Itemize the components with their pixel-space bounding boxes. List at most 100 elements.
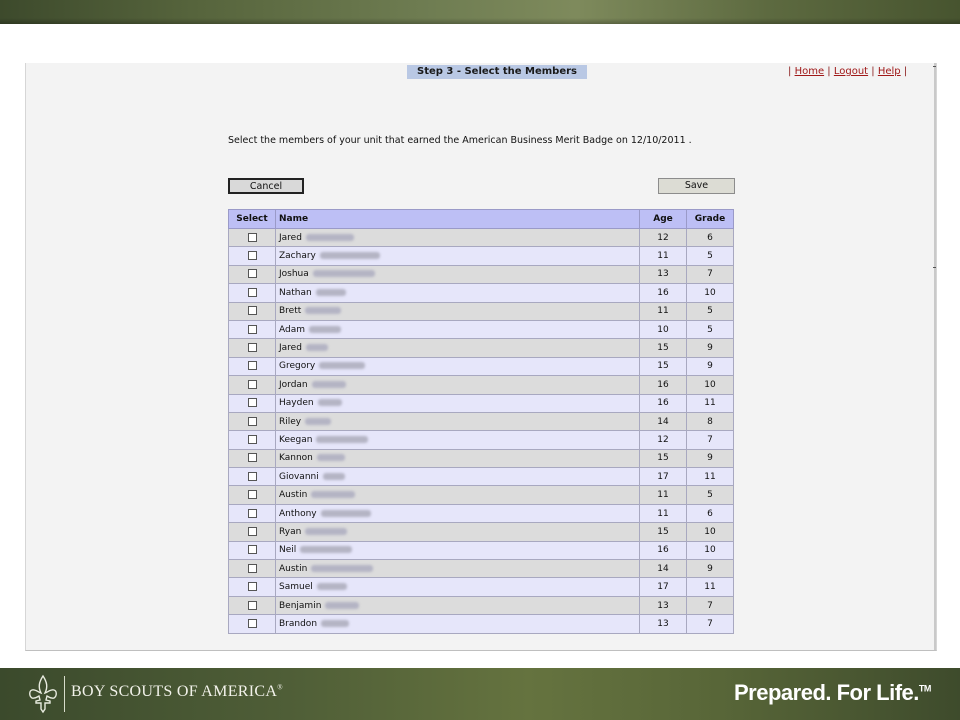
cancel-button[interactable]: Cancel <box>228 178 304 194</box>
member-select-checkbox[interactable] <box>247 508 257 518</box>
select-cell <box>228 448 276 469</box>
member-select-checkbox[interactable] <box>247 306 257 316</box>
link-separator: | <box>788 66 792 77</box>
name-cell: Hayden <box>275 393 640 413</box>
organization-name-text: BOY SCOUTS OF AMERICA <box>71 683 278 700</box>
column-header-grade: Grade <box>686 209 734 229</box>
age-cell: 12 <box>639 430 687 450</box>
age-cell: 16 <box>639 283 687 303</box>
table-row: Benjamin 13 7 <box>228 595 734 616</box>
save-button[interactable]: Save <box>658 178 735 194</box>
name-cell: Austin <box>275 485 640 505</box>
member-select-checkbox[interactable] <box>247 343 257 353</box>
member-select-checkbox[interactable] <box>247 232 257 242</box>
member-select-checkbox[interactable] <box>247 600 257 610</box>
select-cell <box>228 540 276 561</box>
member-first-name: Neil <box>279 545 297 556</box>
select-cell <box>228 467 276 487</box>
tagline-text: Prepared. For Life. <box>734 680 919 705</box>
redacted-last-name <box>319 252 380 260</box>
select-cell <box>228 375 276 395</box>
name-cell: Jared <box>275 338 640 358</box>
grade-cell: 9 <box>686 338 734 358</box>
organization-name: BOY SCOUTS OF AMERICA® <box>71 683 283 701</box>
age-cell: 14 <box>639 559 687 579</box>
redacted-last-name <box>321 619 350 627</box>
column-header-age: Age <box>639 209 687 229</box>
select-cell <box>228 614 276 634</box>
redacted-last-name <box>317 399 342 407</box>
instruction-text: Select the members of your unit that ear… <box>228 135 692 146</box>
scrollbar[interactable] <box>934 63 936 650</box>
grade-cell: 7 <box>686 430 734 450</box>
member-first-name: Anthony <box>279 508 317 519</box>
member-first-name: Zachary <box>279 251 316 262</box>
name-cell: Benjamin <box>275 595 640 616</box>
link-separator: | <box>871 66 875 77</box>
select-cell <box>228 430 276 450</box>
age-cell: 17 <box>639 467 687 487</box>
age-cell: 15 <box>639 448 687 469</box>
select-cell <box>228 522 276 542</box>
member-first-name: Austin <box>279 563 308 574</box>
select-cell <box>228 411 276 432</box>
table-row: Brandon 13 7 <box>228 614 734 634</box>
table-row: Brett 11 5 <box>228 301 734 321</box>
select-cell <box>228 264 276 285</box>
member-select-checkbox[interactable] <box>247 398 257 408</box>
grade-cell: 9 <box>686 356 734 377</box>
age-cell: 17 <box>639 577 687 597</box>
member-select-checkbox[interactable] <box>247 434 257 444</box>
member-select-checkbox[interactable] <box>247 471 257 481</box>
redacted-last-name <box>322 472 345 480</box>
name-cell: Nathan <box>275 283 640 303</box>
redacted-last-name <box>305 417 332 425</box>
select-cell <box>228 246 276 266</box>
name-cell: Kannon <box>275 448 640 469</box>
member-select-checkbox[interactable] <box>247 251 257 261</box>
member-select-checkbox[interactable] <box>247 287 257 297</box>
member-select-checkbox[interactable] <box>247 453 257 463</box>
member-select-checkbox[interactable] <box>247 379 257 389</box>
select-cell <box>228 283 276 303</box>
name-cell: Gregory <box>275 356 640 377</box>
member-select-checkbox[interactable] <box>247 618 257 628</box>
redacted-last-name <box>305 344 328 352</box>
member-select-checkbox[interactable] <box>247 490 257 500</box>
member-select-checkbox[interactable] <box>247 526 257 536</box>
age-cell: 13 <box>639 264 687 285</box>
member-select-checkbox[interactable] <box>247 269 257 279</box>
home-link[interactable]: Home <box>795 66 825 77</box>
member-first-name: Ryan <box>279 526 302 537</box>
member-first-name: Kannon <box>279 453 313 464</box>
redacted-last-name <box>311 380 346 388</box>
select-cell <box>228 301 276 321</box>
member-first-name: Adam <box>279 324 305 335</box>
age-cell: 13 <box>639 595 687 616</box>
name-cell: Jordan <box>275 375 640 395</box>
member-first-name: Riley <box>279 416 302 427</box>
grade-cell: 10 <box>686 540 734 561</box>
logout-link[interactable]: Logout <box>834 66 868 77</box>
tagline: Prepared. For Life.TM <box>734 680 931 706</box>
member-select-checkbox[interactable] <box>247 582 257 592</box>
member-select-checkbox[interactable] <box>247 416 257 426</box>
name-cell: Anthony <box>275 503 640 524</box>
member-select-checkbox[interactable] <box>247 563 257 573</box>
scrollbar-marker <box>933 66 936 67</box>
member-first-name: Keegan <box>279 434 313 445</box>
name-cell: Brandon <box>275 614 640 634</box>
member-select-checkbox[interactable] <box>247 361 257 371</box>
help-link[interactable]: Help <box>878 66 901 77</box>
table-row: Keegan 12 7 <box>228 430 734 450</box>
age-cell: 11 <box>639 485 687 505</box>
select-cell <box>228 393 276 413</box>
registered-mark: ® <box>277 683 283 692</box>
table-row: Austin 14 9 <box>228 559 734 579</box>
member-first-name: Hayden <box>279 398 314 409</box>
member-first-name: Austin <box>279 490 308 501</box>
table-row: Kannon 15 9 <box>228 448 734 469</box>
member-select-checkbox[interactable] <box>247 545 257 555</box>
table-row: Samuel 17 11 <box>228 577 734 597</box>
member-select-checkbox[interactable] <box>247 324 257 334</box>
